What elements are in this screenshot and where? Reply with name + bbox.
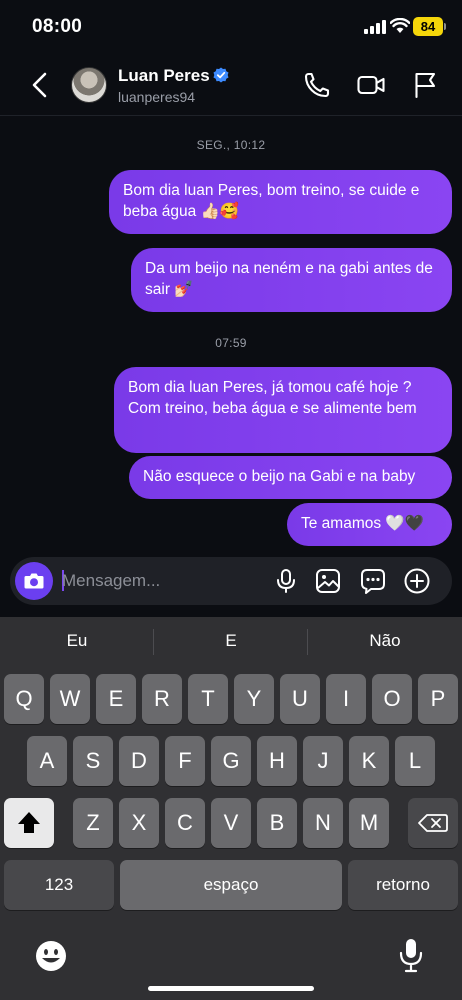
key-l[interactable]: L xyxy=(395,736,435,786)
shift-icon xyxy=(18,812,40,833)
message-composer xyxy=(10,557,452,605)
key-o[interactable]: O xyxy=(372,674,412,724)
timestamp: 07:59 xyxy=(215,336,247,350)
battery-indicator: 84 xyxy=(413,17,443,36)
microphone-icon[interactable] xyxy=(272,567,300,595)
message-input[interactable] xyxy=(62,569,262,593)
chat-header: Luan Peres luanperes94 xyxy=(0,56,462,116)
phone-icon[interactable] xyxy=(302,70,332,100)
battery-tip xyxy=(444,23,446,30)
verified-badge-icon xyxy=(213,67,229,83)
key-q[interactable]: Q xyxy=(4,674,44,724)
flag-icon[interactable] xyxy=(410,70,440,100)
wifi-icon xyxy=(390,18,410,33)
status-bar: 08:00 84 xyxy=(0,0,462,56)
key-n[interactable]: N xyxy=(303,798,343,848)
home-indicator[interactable] xyxy=(148,986,314,991)
key-y[interactable]: Y xyxy=(234,674,274,724)
key-i[interactable]: I xyxy=(326,674,366,724)
contact-name[interactable]: Luan Peres xyxy=(118,66,210,86)
backspace-icon xyxy=(418,814,448,832)
key-u[interactable]: U xyxy=(280,674,320,724)
key-j[interactable]: J xyxy=(303,736,343,786)
timestamp: SEG., 10:12 xyxy=(196,138,266,152)
plus-circle-icon[interactable] xyxy=(403,567,431,595)
camera-icon xyxy=(24,573,44,589)
video-camera-icon[interactable] xyxy=(356,70,386,100)
suggestion-bar: Eu E Não xyxy=(0,617,462,667)
keyboard: Eu E Não Q W E R T Y U I O P A S D F G H… xyxy=(0,617,462,1000)
numbers-key[interactable]: 123 xyxy=(4,860,114,910)
key-s[interactable]: S xyxy=(73,736,113,786)
key-t[interactable]: T xyxy=(188,674,228,724)
contact-username[interactable]: luanperes94 xyxy=(118,89,195,105)
key-r[interactable]: R xyxy=(142,674,182,724)
suggestion-item[interactable]: Não xyxy=(308,631,462,651)
key-a[interactable]: A xyxy=(27,736,67,786)
message-bubble[interactable]: Da um beijo na neném e na gabi antes de … xyxy=(131,248,452,312)
return-key[interactable]: retorno xyxy=(348,860,458,910)
status-time: 08:00 xyxy=(32,16,83,37)
key-h[interactable]: H xyxy=(257,736,297,786)
suggestion-item[interactable]: Eu xyxy=(0,631,154,651)
dictation-microphone-icon[interactable] xyxy=(396,937,426,975)
message-bubble[interactable]: Bom dia luan Peres, já tomou café hoje ?… xyxy=(114,367,452,453)
space-key[interactable]: espaço xyxy=(120,860,342,910)
message-bubble[interactable]: Bom dia luan Peres, bom treino, se cuide… xyxy=(109,170,452,234)
emoji-icon[interactable] xyxy=(34,939,68,973)
key-b[interactable]: B xyxy=(257,798,297,848)
key-c[interactable]: C xyxy=(165,798,205,848)
suggestion-item[interactable]: E xyxy=(154,631,308,651)
image-icon[interactable] xyxy=(314,567,342,595)
message-bubble[interactable]: Não esquece o beijo na Gabi e na baby xyxy=(129,456,452,499)
camera-button[interactable] xyxy=(15,562,53,600)
key-w[interactable]: W xyxy=(50,674,90,724)
key-x[interactable]: X xyxy=(119,798,159,848)
backspace-key[interactable] xyxy=(408,798,458,848)
key-f[interactable]: F xyxy=(165,736,205,786)
key-v[interactable]: V xyxy=(211,798,251,848)
chevron-left-icon[interactable] xyxy=(26,68,56,102)
key-p[interactable]: P xyxy=(418,674,458,724)
shift-key[interactable] xyxy=(4,798,54,848)
message-bubble[interactable]: Te amamos 🤍🖤 xyxy=(287,503,452,546)
key-z[interactable]: Z xyxy=(73,798,113,848)
chat-dots-icon[interactable] xyxy=(359,567,387,595)
key-m[interactable]: M xyxy=(349,798,389,848)
key-k[interactable]: K xyxy=(349,736,389,786)
avatar[interactable] xyxy=(71,67,107,103)
key-e[interactable]: E xyxy=(96,674,136,724)
key-d[interactable]: D xyxy=(119,736,159,786)
cellular-signal-icon xyxy=(364,20,386,34)
key-g[interactable]: G xyxy=(211,736,251,786)
